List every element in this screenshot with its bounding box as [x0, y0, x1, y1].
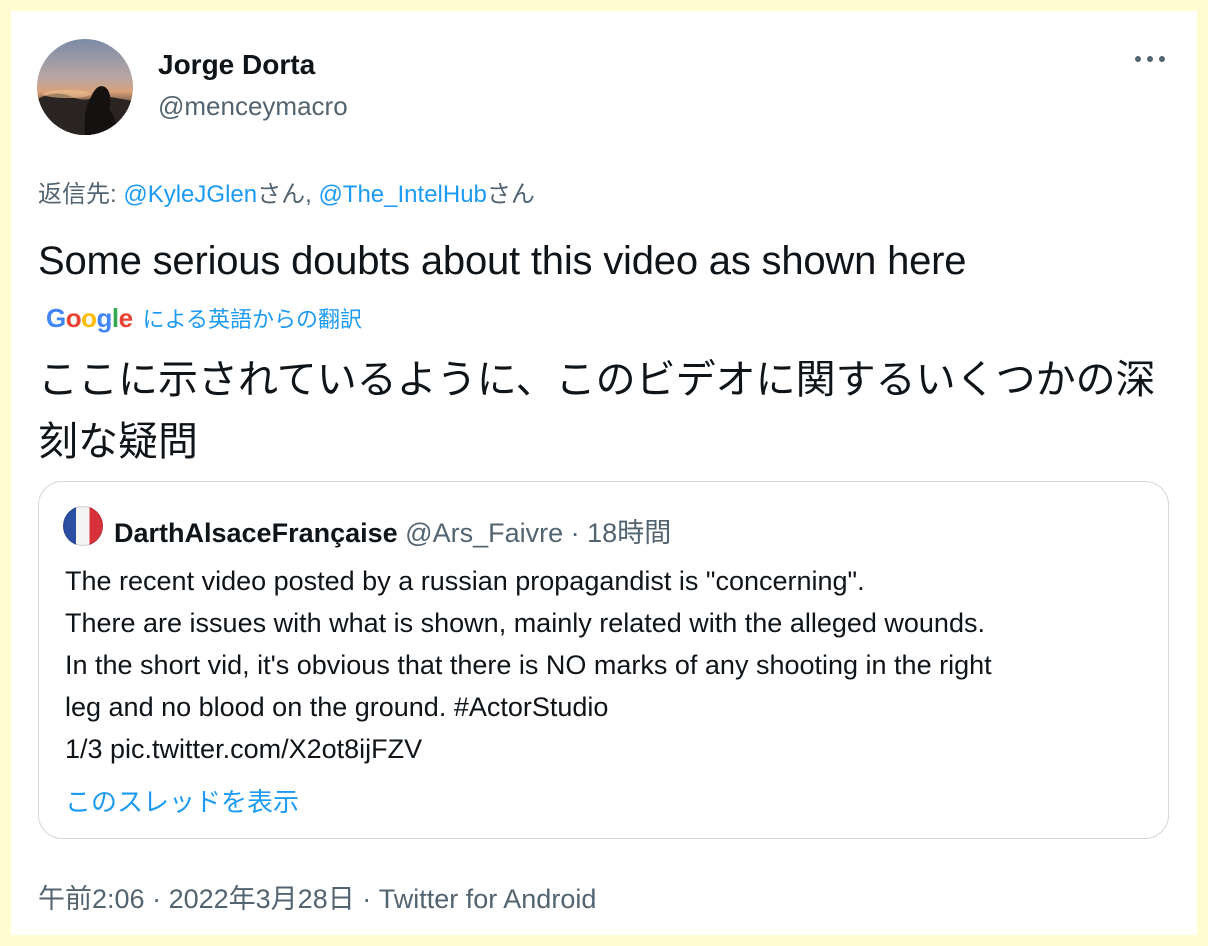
tweet-time[interactable]: 午前2:06 [38, 884, 145, 914]
google-logo-letter: l [111, 302, 119, 333]
meta-separator: · [152, 884, 162, 914]
quoted-line: There are issues with what is shown, mai… [65, 608, 985, 638]
author-display-name[interactable]: Jorge Dorta [158, 49, 315, 81]
reply-prefix: 返信先: [38, 181, 124, 208]
google-logo-letter: e [118, 302, 133, 333]
reply-suffix: さん, [257, 181, 319, 208]
translation-attribution[interactable]: Google による英語からの翻訳 [46, 301, 362, 335]
more-options-icon[interactable] [1133, 49, 1167, 69]
quoted-tweet[interactable]: DarthAlsaceFrançaise @Ars_Faivre · 18時間 … [38, 481, 1169, 839]
quoted-header: DarthAlsaceFrançaise @Ars_Faivre · 18時間 [114, 511, 671, 550]
quoted-line: The recent video posted by a russian pro… [65, 566, 865, 596]
tweet-card: Jorge Dorta @menceymacro 返信先: @KyleJGlen… [11, 11, 1197, 935]
translation-label[interactable]: による英語からの翻訳 [143, 302, 362, 334]
google-logo-letter: o [65, 302, 82, 333]
author-handle[interactable]: @menceymacro [158, 91, 348, 122]
quoted-line: leg and no blood on the ground. #ActorSt… [65, 692, 609, 722]
google-logo-letter: g [96, 302, 113, 333]
google-logo-letter: o [81, 302, 97, 333]
tweet-source[interactable]: Twitter for Android [379, 884, 597, 914]
reply-mention-kylejglen[interactable]: @KyleJGlen [123, 181, 257, 208]
google-logo-letter: G [46, 302, 66, 333]
tweet-text: Some serious doubts about this video as … [38, 239, 967, 283]
quoted-line: In the short vid, it's obvious that ther… [65, 650, 992, 680]
meta-separator: · [362, 884, 372, 914]
google-logo: Google [46, 303, 133, 334]
tweet-date[interactable]: 2022年3月28日 [169, 884, 355, 914]
avatar-photo [37, 86, 133, 135]
author-avatar[interactable] [37, 39, 133, 135]
show-thread-link[interactable]: このスレッドを表示 [65, 782, 299, 819]
quoted-time: 18時間 [587, 518, 672, 548]
reply-mention-the-intelhub[interactable]: @The_IntelHub [318, 181, 486, 208]
quoted-handle: @Ars_Faivre [405, 518, 564, 548]
reply-context: 返信先: @KyleJGlenさん, @The_IntelHubさん [38, 174, 535, 209]
quoted-line: 1/3 pic.twitter.com/X2ot8ijFZV [65, 734, 423, 764]
reply-suffix: さん [486, 181, 535, 208]
quoted-author-avatar [63, 506, 103, 546]
quoted-display-name: DarthAlsaceFrançaise [114, 518, 398, 548]
translated-text: ここに示されているように、このビデオに関するいくつかの深刻な疑問 [38, 358, 1156, 464]
tweet-metadata: 午前2:06 · 2022年3月28日 · Twitter for Androi… [38, 877, 596, 916]
quoted-body: The recent video posted by a russian pro… [65, 560, 1155, 770]
quoted-separator: · [570, 518, 580, 548]
